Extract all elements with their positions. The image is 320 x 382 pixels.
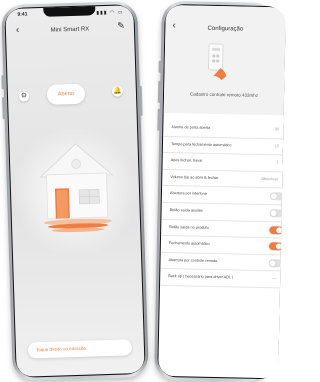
- setting-value: 30: [275, 127, 279, 131]
- house-illustration[interactable]: [35, 141, 118, 238]
- toggle-knob: [271, 194, 277, 200]
- edit-icon[interactable]: ✎: [117, 20, 125, 31]
- setting-value: —: [272, 277, 276, 281]
- interfone-toggle[interactable]: [270, 193, 284, 201]
- mute-switch: [158, 61, 161, 73]
- home-screen: 9:41 ▮▮▮ ◠ ▭ ‹ Mini Smart RX ✎ ⚙ Aberto …: [5, 5, 144, 377]
- status-time: 9:41: [17, 11, 27, 17]
- volume-button: [158, 81, 161, 103]
- notch: [43, 6, 95, 17]
- status-icons: ▮▮▮ ◠ ▭: [96, 9, 123, 16]
- phone-right: ‹ Configuração Cadastro controle remoto …: [154, 1, 276, 382]
- setting-label: Back up ( necessário para driver ADL ): [168, 274, 233, 279]
- product-exit-toggle[interactable]: [269, 226, 283, 234]
- volume-button: [2, 97, 6, 119]
- remote-control-icon: [202, 42, 233, 83]
- footer-text: Toque direito ou emissão: [36, 346, 86, 353]
- settings-list: Alarme de porta aberta 30 Tempo para fec…: [160, 120, 283, 288]
- remote-register-label: Cadastro controle remoto 433mhz: [164, 91, 284, 99]
- setting-value: 15: [275, 144, 279, 148]
- setting-label: Abertura por controle remoto: [169, 258, 218, 263]
- aux-exit-toggle[interactable]: [269, 209, 283, 217]
- page-title: Mini Smart RX: [6, 25, 134, 35]
- setting-label: Volume bip ao abrir & fechar: [170, 175, 218, 180]
- setting-label: Fechamento automático: [169, 241, 210, 246]
- setting-label: Botão saída auxiliar: [170, 208, 203, 213]
- settings-row[interactable]: Back up ( necessário para driver ADL ) —: [160, 269, 280, 288]
- toggle-knob: [269, 260, 275, 266]
- footer-card[interactable]: Toque direito ou emissão: [28, 339, 132, 358]
- setting-value: Silencioso: [261, 177, 278, 181]
- auto-close-toggle[interactable]: [269, 242, 283, 250]
- bell-icon[interactable]: 🔔: [112, 85, 123, 96]
- setting-label: Alarme de porta aberta: [171, 125, 210, 130]
- volume-button: [157, 109, 160, 131]
- power-button: [139, 86, 143, 116]
- status-badge[interactable]: Aberto: [47, 84, 86, 105]
- toggle-knob: [276, 227, 282, 233]
- volume-button: [1, 75, 4, 89]
- toggle-knob: [270, 210, 276, 216]
- settings-header: ‹ Configuração Cadastro controle remoto …: [164, 5, 286, 115]
- phone-left: 9:41 ▮▮▮ ◠ ▭ ‹ Mini Smart RX ✎ ⚙ Aberto …: [1, 1, 149, 381]
- setting-label: Após fechar, travar: [171, 158, 203, 163]
- setting-value: 1: [276, 160, 278, 164]
- setting-label: Tempo para fechamento automático: [171, 142, 232, 147]
- setting-label: Botão saída no produto: [169, 225, 209, 230]
- remote-open-toggle[interactable]: [268, 259, 282, 267]
- settings-screen: ‹ Configuração Cadastro controle remoto …: [158, 5, 286, 378]
- page-title: Configuração: [165, 25, 285, 34]
- toggle-knob: [276, 243, 282, 249]
- gear-icon[interactable]: ⚙: [19, 91, 29, 101]
- setting-label: Abertura por interfone: [170, 191, 207, 196]
